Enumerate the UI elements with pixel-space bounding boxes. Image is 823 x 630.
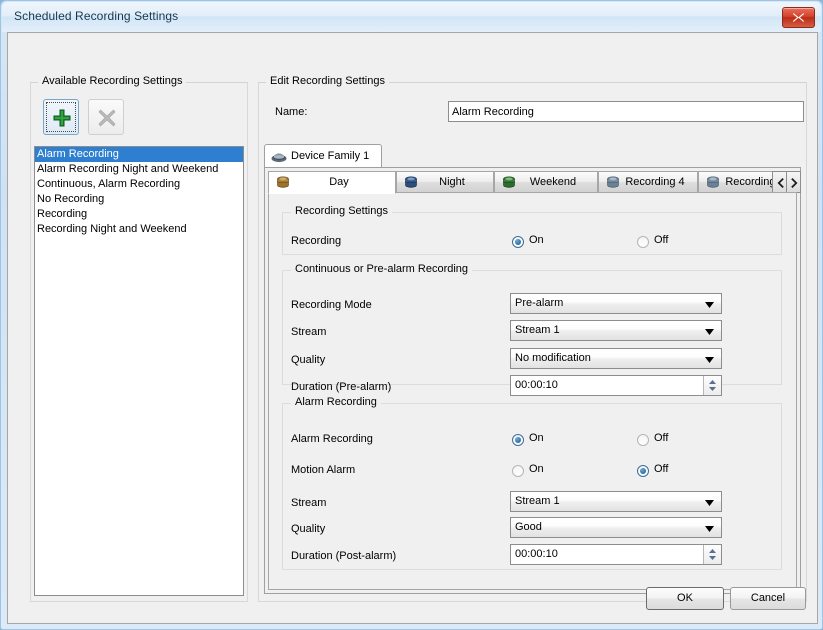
radio-label: Off [654,234,669,246]
add-recording-setting-button[interactable] [43,99,79,135]
ok-button[interactable]: OK [646,587,724,610]
tab-night[interactable]: Night [396,171,494,193]
list-item[interactable]: Alarm Recording [35,147,243,162]
radio-label: On [529,463,544,475]
schedule-rec4-icon [607,176,619,188]
alarm-quality-label: Quality [291,523,326,535]
chevron-down-icon [705,500,714,506]
chevron-down-icon [705,357,714,363]
spinner-buttons[interactable] [703,376,721,395]
combo-value: Pre-alarm [515,297,564,309]
day-tab-pane: Recording Settings Recording On Off Cont… [268,192,797,590]
schedule-day-icon [277,176,289,188]
radio-label: Off [654,463,669,475]
device-family-tab-control: Device Family 1 Day Night Weekend Record… [264,144,801,594]
schedule-rec5-icon [707,176,719,188]
delete-recording-setting-button[interactable] [88,99,124,135]
device-family-icon [271,153,287,163]
chevron-left-icon [777,178,784,188]
radio-label: On [529,234,544,246]
chevron-down-icon [705,526,714,532]
spinner-buttons[interactable] [703,545,721,564]
recording-mode-label: Recording Mode [291,299,372,311]
duration-prealarm-spinner[interactable]: 00:00:10 [510,375,722,396]
list-item[interactable]: Continuous, Alarm Recording [35,177,243,192]
title-bar: Scheduled Recording Settings [2,2,821,32]
tab-recording-4[interactable]: Recording 4 [598,171,698,193]
dialog-client-area: Available Recording Settings Alarm Recor… [7,32,818,624]
radio-label: On [529,432,544,444]
dialog-window: Scheduled Recording Settings Available R… [0,0,823,630]
recording-mode-combo[interactable]: Pre-alarm [510,293,722,314]
radio-dot-icon [512,434,524,446]
combo-value: Stream 1 [515,324,560,336]
quality-label: Quality [291,354,326,366]
spinner-value: 00:00:10 [515,548,558,560]
alarm-recording-label: Alarm Recording [291,433,373,445]
list-item[interactable]: Alarm Recording Night and Weekend [35,162,243,177]
delete-x-icon [98,109,116,127]
tab-device-family-1[interactable]: Device Family 1 [264,144,383,168]
chevron-down-icon [705,302,714,308]
tab-scroll-prev-button[interactable] [772,171,787,193]
radio-label: Off [654,432,669,444]
name-label: Name: [275,106,308,118]
alarm-stream-label: Stream [291,497,327,509]
group-title: Continuous or Pre-alarm Recording [291,263,473,275]
alarm-quality-combo[interactable]: Good [510,517,722,538]
radio-dot-icon [637,434,649,446]
name-input[interactable] [448,101,804,122]
tab-day[interactable]: Day [268,171,396,194]
device-family-tab-pane: Day Night Weekend Recording 4 Recording … [264,167,801,594]
tab-label: Device Family 1 [291,150,370,162]
list-item[interactable]: Recording Night and Weekend [35,222,243,237]
motion-alarm-label: Motion Alarm [291,464,356,476]
group-title: Recording Settings [291,205,392,217]
stream-combo[interactable]: Stream 1 [510,320,722,341]
duration-prealarm-label: Duration (Pre-alarm) [291,381,392,393]
recording-settings-listbox[interactable]: Alarm Recording Alarm Recording Night an… [34,146,244,596]
stream-label: Stream [291,326,327,338]
tab-weekend[interactable]: Weekend [494,171,598,193]
radio-dot-icon [637,236,649,248]
recording-settings-group: Recording Settings [282,205,782,255]
list-item[interactable]: Recording [35,207,243,222]
cancel-button[interactable]: Cancel [730,587,806,610]
radio-dot-icon [512,465,524,477]
combo-value: No modification [515,352,591,364]
group-title: Available Recording Settings [38,75,187,87]
combo-value: Good [515,521,542,533]
radio-dot-icon [512,236,524,248]
recording-label: Recording [291,235,342,247]
alarm-stream-combo[interactable]: Stream 1 [510,491,722,512]
close-x-icon [793,13,804,22]
up-down-spinner-icon [709,549,716,560]
window-title: Scheduled Recording Settings [14,9,179,23]
schedule-tab-strip: Day Night Weekend Recording 4 Recording … [268,171,801,194]
spinner-value: 00:00:10 [515,379,558,391]
chevron-down-icon [705,329,714,335]
combo-value: Stream 1 [515,495,560,507]
list-item[interactable]: No Recording [35,192,243,207]
close-button[interactable] [782,7,815,28]
plus-icon [53,109,71,127]
duration-postalarm-spinner[interactable]: 00:00:10 [510,544,722,565]
chevron-right-icon [791,178,798,188]
duration-postalarm-label: Duration (Post-alarm) [291,550,397,562]
quality-combo[interactable]: No modification [510,348,722,369]
up-down-spinner-icon [709,380,716,391]
group-title: Alarm Recording [291,396,381,408]
schedule-weekend-icon [503,176,515,188]
tab-scroll-next-button[interactable] [786,171,801,193]
group-title: Edit Recording Settings [266,75,389,87]
radio-dot-icon [637,465,649,477]
schedule-night-icon [405,176,417,188]
